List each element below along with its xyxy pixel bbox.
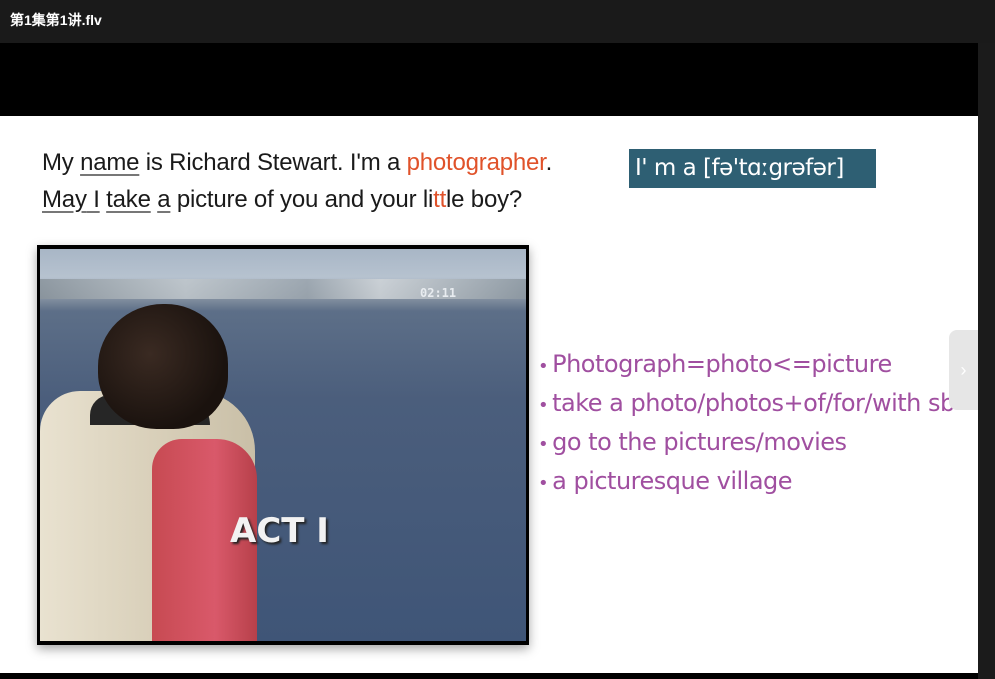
underlined-word: I (86, 186, 100, 213)
sentence-line-2: May I take a picture of you and your lit… (42, 186, 522, 214)
bullet: • (538, 473, 549, 494)
note-item: • Photograph=photo<=picture (538, 346, 955, 385)
text-segment: le boy? (446, 186, 523, 213)
note-item: • go to the pictures/movies (538, 424, 955, 463)
right-gutter (978, 43, 995, 679)
video-frame: 02:11 ACT I (37, 245, 529, 645)
note-text: Photograph=photo<=picture (552, 350, 892, 378)
note-text: a picturesque village (552, 467, 793, 495)
notes-list: • Photograph=photo<=picture • take a photo… (538, 346, 955, 502)
next-button[interactable]: › (949, 330, 978, 410)
underlined-word: a (157, 186, 171, 213)
person-head (98, 304, 228, 429)
text-segment: . (545, 149, 553, 176)
frame-timestamp: 02:11 (420, 286, 457, 300)
note-text: go to the pictures/movies (552, 428, 847, 456)
title-bar: 第1集第1讲.flv (0, 0, 995, 43)
sentence-line-1: My name is Richard Stewart. I'm a photog… (42, 149, 552, 177)
underlined-word: take (106, 186, 151, 213)
bullet: • (538, 434, 549, 455)
underlined-word: name (80, 149, 140, 176)
video-frame-image: 02:11 ACT I (40, 249, 526, 641)
phonetic-box: I' m a [fə'tɑːgrəfər] (629, 149, 876, 188)
underlined-word: May (42, 186, 87, 213)
text-segment: picture of you and your li (170, 186, 434, 213)
highlight-letters: tt (433, 186, 447, 213)
highlight-word: photographer (406, 149, 546, 176)
chevron-right-icon: › (960, 360, 967, 380)
window-title: 第1集第1讲.flv (10, 12, 102, 28)
bullet: • (538, 356, 549, 377)
bullet: • (538, 395, 549, 416)
text-segment: My (42, 149, 81, 176)
note-item: • take a photo/photos+of/for/with sb (538, 385, 955, 424)
text-segment: is Richard Stewart. I'm a (139, 149, 407, 176)
slide: My name is Richard Stewart. I'm a photog… (0, 116, 978, 673)
note-item: • a picturesque village (538, 463, 955, 502)
note-text: take a photo/photos+of/for/with sb (552, 389, 955, 417)
act-caption: ACT I (230, 511, 329, 551)
